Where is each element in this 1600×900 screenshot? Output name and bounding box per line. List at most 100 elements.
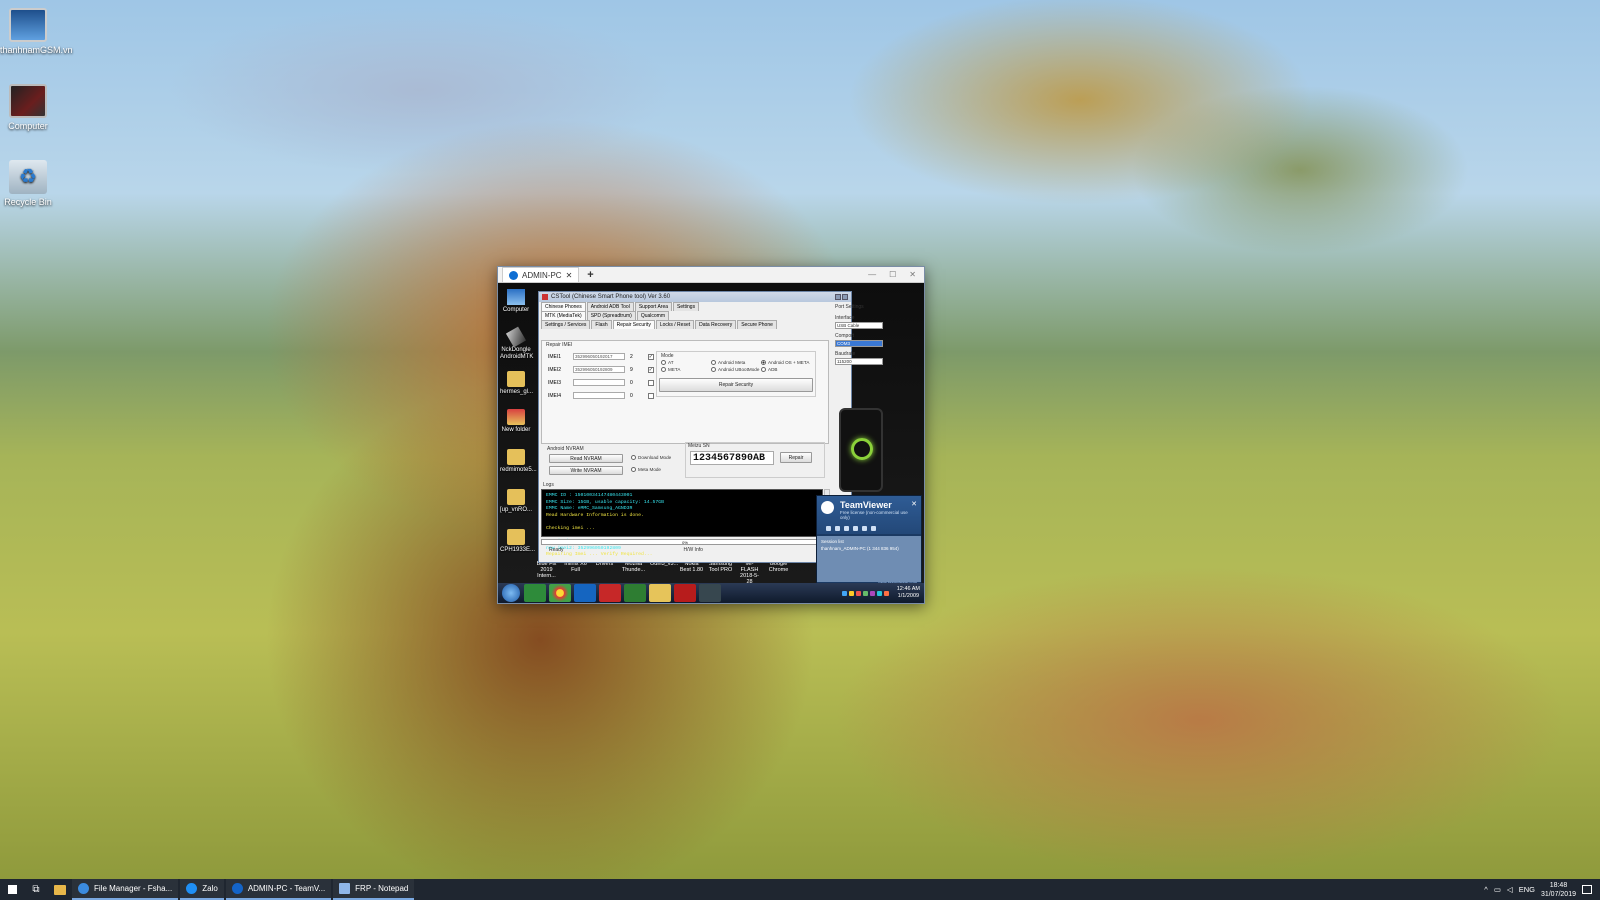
repair-security-button[interactable]: Repair Security: [659, 378, 813, 392]
remote-icon-new-folder[interactable]: New folder: [500, 409, 532, 434]
notification-icon[interactable]: [1582, 885, 1592, 894]
tab-admin-pc[interactable]: ADMIN-PC ✕: [502, 267, 580, 282]
taskbar-clock[interactable]: 18:48 31/07/2019: [1541, 881, 1576, 899]
shortcut-label[interactable]: Odin3_v3...: [650, 561, 678, 585]
remote-task-icon[interactable]: [599, 584, 621, 602]
tab-mtk[interactable]: MTK (MediaTek): [541, 311, 586, 320]
checkmark-icon[interactable]: [624, 584, 646, 602]
imei4-input[interactable]: [573, 392, 625, 399]
close-icon[interactable]: [842, 294, 848, 300]
read-nvram-button[interactable]: Read NVRAM: [549, 454, 623, 463]
tray-icon[interactable]: [848, 590, 854, 596]
file-explorer-icon[interactable]: [48, 879, 72, 900]
remote-clock[interactable]: 12:46 AM 1/1/2009: [897, 586, 920, 600]
comport-select[interactable]: COM3: [835, 340, 883, 347]
meizu-sn-input[interactable]: 1234567890AB: [690, 451, 774, 465]
shortcut-label[interactable]: Drivers: [592, 561, 617, 585]
remote-start-button[interactable]: [502, 584, 520, 602]
teamviewer-task-icon[interactable]: [574, 584, 596, 602]
download-mode-checkbox[interactable]: Download Mode: [631, 455, 671, 460]
mode-meta-radio[interactable]: META: [661, 367, 680, 372]
imei2-input[interactable]: 352996050192809: [573, 366, 625, 373]
tray-icon[interactable]: [883, 590, 889, 596]
folder-task-icon[interactable]: [649, 584, 671, 602]
remote-task-icon[interactable]: [524, 584, 546, 602]
back-icon[interactable]: [871, 526, 876, 531]
network-icon[interactable]: ▭: [1494, 885, 1501, 894]
mode-adb-radio[interactable]: ADB: [761, 367, 777, 372]
chrome-icon[interactable]: [549, 584, 571, 602]
remote-icon-hermes[interactable]: hermes_gl...: [500, 371, 533, 396]
volume-icon[interactable]: ◁: [1507, 885, 1513, 894]
desktop-icon-thanhnamgsm[interactable]: thanhnamGSM.vn: [0, 8, 73, 55]
tab-settings-services[interactable]: Settings / Services: [541, 320, 591, 329]
language-indicator[interactable]: ENG: [1519, 885, 1535, 894]
tab-android-adb[interactable]: Android ADB Tool: [586, 302, 634, 311]
chat-icon[interactable]: [835, 526, 840, 531]
shortcut-label[interactable]: Google Chrome: [766, 561, 791, 585]
interface-select[interactable]: USB Cable: [835, 322, 883, 329]
mode-at-radio[interactable]: AT: [661, 360, 674, 365]
tab-settings[interactable]: Settings: [673, 302, 700, 311]
teamviewer-popup[interactable]: ✕ TeamViewer Free license (non-commercia…: [816, 495, 922, 587]
tray-icon[interactable]: [841, 590, 847, 596]
baudrate-select[interactable]: 115200: [835, 358, 883, 365]
files-icon[interactable]: [844, 526, 849, 531]
chevron-up-icon[interactable]: ^: [1484, 885, 1488, 894]
mode-uboot-radio[interactable]: Android UBootMode: [711, 367, 759, 372]
new-tab-icon[interactable]: +: [587, 269, 593, 281]
minimize-icon[interactable]: [835, 294, 841, 300]
imei3-checkbox[interactable]: [647, 379, 654, 386]
close-icon[interactable]: ✕: [911, 500, 917, 508]
remote-screen[interactable]: Computer NckDongle AndroidMTK hermes_gl.…: [498, 283, 924, 603]
tray-icon[interactable]: [869, 590, 875, 596]
mode-android-os-meta-radio[interactable]: Android OS + META: [761, 360, 809, 365]
shortcut-label[interactable]: Nokia Best 1.80: [679, 561, 704, 585]
desktop-icon-recycle-bin[interactable]: ♻ Recycle Bin: [0, 160, 56, 207]
desktop-icon-computer[interactable]: Computer: [0, 84, 56, 131]
shortcut-label[interactable]: MI-FLASH 2018-5-28: [737, 561, 762, 585]
pen-icon[interactable]: [862, 526, 867, 531]
write-nvram-button[interactable]: Write NVRAM: [549, 466, 623, 475]
meizu-repair-button[interactable]: Repair: [780, 452, 812, 463]
close-icon[interactable]: ✕: [909, 270, 916, 279]
whiteboard-icon[interactable]: [853, 526, 858, 531]
maximize-icon[interactable]: ☐: [889, 270, 896, 279]
cstool-window[interactable]: CSTool (Chinese Smart Phone tool) Ver 3.…: [538, 291, 883, 563]
session-item[interactable]: thanhnam_ADMIN-PC (1 344 836 954): [821, 545, 917, 552]
tab-repair-security[interactable]: Repair Security: [612, 320, 655, 329]
terminal-icon[interactable]: [699, 584, 721, 602]
tab-flash[interactable]: Flash: [591, 320, 612, 329]
shortcut-label[interactable]: Mozilla Thunde...: [621, 561, 646, 585]
imei3-input[interactable]: [573, 379, 625, 386]
mode-android-meta-radio[interactable]: Android Meta: [711, 360, 745, 365]
close-tab-icon[interactable]: ✕: [566, 271, 573, 280]
imei4-checkbox[interactable]: [647, 392, 654, 399]
remote-icon-redmi[interactable]: redmimote5...: [500, 449, 537, 474]
meta-mode-checkbox[interactable]: Meta Mode: [631, 467, 661, 472]
tab-qualcomm[interactable]: Qualcomm: [636, 311, 669, 320]
tray-icon[interactable]: [862, 590, 868, 596]
task-view-icon[interactable]: ⧉: [24, 879, 48, 900]
remote-icon-cph1933[interactable]: CPH1933E...: [500, 529, 535, 554]
taskbar-notepad[interactable]: FRP - Notepad: [333, 879, 415, 900]
tab-chinese-phones[interactable]: Chinese Phones: [541, 302, 586, 311]
imei1-input[interactable]: 352996050192017: [573, 353, 625, 360]
tab-support-area[interactable]: Support Area: [634, 302, 672, 311]
tab-data-recovery[interactable]: Data Recovery: [695, 320, 737, 329]
tab-secure-phone[interactable]: Secure Phone: [737, 320, 777, 329]
shortcut-label[interactable]: Samsung Tool PRO: [708, 561, 733, 585]
remote-icon-computer[interactable]: Computer: [500, 289, 532, 314]
tray-icon[interactable]: [855, 590, 861, 596]
imei2-checkbox[interactable]: ✓: [647, 366, 654, 373]
cstool-task-icon[interactable]: [674, 584, 696, 602]
tab-spd[interactable]: SPD (Spreadtrum): [586, 311, 636, 320]
taskbar-teamviewer[interactable]: ADMIN-PC - TeamV...: [225, 879, 332, 900]
teamviewer-window[interactable]: ADMIN-PC ✕ + — ☐ ✕ Computer NckDongle An…: [497, 266, 925, 604]
video-icon[interactable]: [826, 526, 831, 531]
minimize-icon[interactable]: —: [868, 270, 876, 279]
remote-icon-nckdongle[interactable]: NckDongle AndroidMTK: [500, 326, 533, 360]
remote-icon-upvnro[interactable]: [up_vnRO...: [500, 489, 532, 514]
tray-icon[interactable]: [876, 590, 882, 596]
start-button[interactable]: [0, 879, 24, 900]
